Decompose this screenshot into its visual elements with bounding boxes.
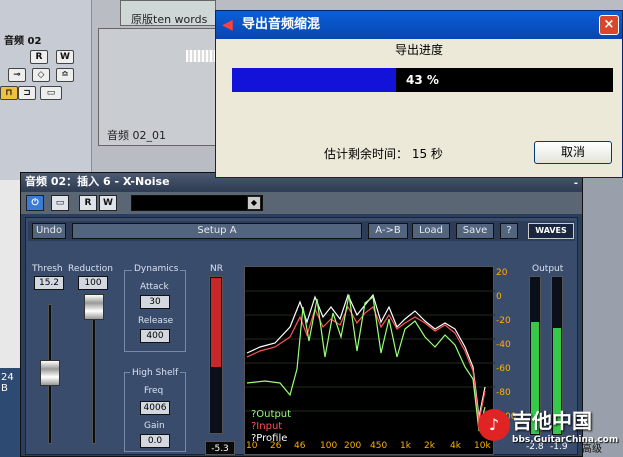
save-button[interactable]: Save (456, 223, 494, 239)
high-shelf-label: High Shelf (130, 368, 181, 378)
record-arm-button[interactable]: R (30, 50, 48, 64)
preset-field[interactable] (131, 195, 263, 211)
x-tick: 100 (320, 441, 338, 451)
insert-button[interactable]: ◇ (32, 68, 50, 82)
audio-event-top[interactable]: 原版ten words伴 (120, 0, 216, 42)
release-value[interactable]: 400 (140, 329, 170, 343)
attack-value[interactable]: 30 (140, 295, 170, 309)
folder-button[interactable]: ⊐ (18, 86, 36, 100)
waveform (186, 50, 216, 62)
track-list-panel: 音频 02 R W ⊸ ◇ ≏ ⊓ ⊐ ▭ (0, 0, 92, 180)
gain-value[interactable]: 0.0 (140, 434, 170, 448)
gain-label: Gain (144, 421, 165, 431)
nr-label: NR (210, 264, 223, 274)
y-tick: -60 (496, 364, 511, 374)
y-tick: 0 (496, 292, 502, 302)
x-tick: 10 (246, 441, 258, 451)
guitarchina-logo-icon: ♪ (478, 409, 510, 441)
bottom-left-panel: 24 B (0, 368, 22, 457)
dynamics-label: Dynamics (132, 264, 181, 274)
a-to-b-button[interactable]: A->B (368, 223, 408, 239)
setup-button[interactable]: Setup A (72, 223, 362, 239)
remaining-label: 估计剩余时间： (324, 147, 409, 161)
cubase-app-icon: ◀ (222, 17, 233, 33)
watermark: ♪ 吉他中国 bbs.GuitarChina.com (478, 405, 623, 457)
event-label: 音频 02_01 (107, 129, 166, 142)
thresh-value[interactable]: 15.2 (34, 276, 64, 290)
remaining-time: 估计剩余时间： 15 秒 (324, 145, 443, 162)
lock-button[interactable]: ⊓ (0, 86, 18, 100)
spectrum-curves (245, 290, 495, 432)
y-tick: -20 (496, 316, 511, 326)
x-tick: 1k (400, 441, 411, 451)
nr-meter-fill (211, 278, 221, 368)
preset-arrow-icon[interactable]: ◆ (247, 196, 261, 210)
y-tick: -80 (496, 388, 511, 398)
thresh-label: Thresh (32, 264, 63, 274)
reduction-label: Reduction (68, 264, 113, 274)
export-dialog: ◀ 导出音频缩混 × 导出进度 43 % 估计剩余时间： 15 秒 取消 (215, 10, 623, 178)
plugin-title: 音频 02：插入 6 - X-Noise (25, 175, 170, 188)
bypass-power-icon[interactable]: ⏻ (26, 195, 44, 211)
reduction-fader-track[interactable] (92, 304, 96, 444)
waves-toolbar: Undo Setup A A->B Load Save ? WAVES (28, 221, 575, 241)
progress-bar: 43 % (232, 68, 613, 92)
audio-event[interactable]: 音频 02_01 (98, 28, 216, 146)
dialog-title: 导出音频缩混 (242, 17, 321, 32)
progress-heading: 导出进度 (394, 43, 443, 57)
spectrum-graph: ?Output ?Input ?Profile (244, 266, 495, 455)
x-tick: 46 (294, 441, 306, 451)
release-label: Release (138, 316, 174, 326)
help-button[interactable]: ? (500, 223, 518, 239)
reduction-fader-knob[interactable] (84, 294, 104, 320)
y-tick: -40 (496, 340, 511, 350)
remaining-value: 15 秒 (411, 147, 443, 161)
x-tick: 26 (270, 441, 282, 451)
cancel-button[interactable]: 取消 (534, 141, 612, 164)
thresh-fader-knob[interactable] (40, 360, 60, 386)
nr-value: -5.3 (205, 441, 235, 455)
waves-logo: WAVES (528, 223, 574, 239)
x-tick: 450 (370, 441, 388, 451)
undo-button[interactable]: Undo (32, 223, 66, 239)
write-automation-button[interactable]: W (99, 195, 117, 211)
preset-menu-icon[interactable]: ▭ (51, 195, 69, 211)
lanes-button[interactable]: ▭ (40, 86, 62, 100)
progress-percent: 43 % (406, 73, 439, 87)
track-name: 音频 02 (4, 36, 42, 47)
legend-input[interactable]: ?Input (251, 421, 282, 432)
watermark-title: 吉他中国 (512, 409, 592, 433)
load-button[interactable]: Load (412, 223, 450, 239)
reduction-value[interactable]: 100 (78, 276, 108, 290)
eq-button[interactable]: ≏ (56, 68, 74, 82)
x-tick: 200 (344, 441, 362, 451)
watermark-url: bbs.GuitarChina.com (512, 435, 619, 445)
dialog-title-bar[interactable]: ◀ 导出音频缩混 × (216, 11, 622, 39)
plugin-toolbar: ⏻ ▭ R W ◆ (21, 192, 582, 214)
attack-label: Attack (140, 282, 169, 292)
output-label: Output (532, 264, 564, 274)
freq-label: Freq (144, 386, 164, 396)
profile-curve (246, 293, 486, 418)
y-tick: 20 (496, 268, 508, 278)
input-curve (246, 305, 486, 422)
bit-depth-label: 24 B (1, 372, 14, 394)
read-automation-button[interactable]: R (79, 195, 97, 211)
x-tick: 4k (450, 441, 461, 451)
freq-value[interactable]: 4006 (140, 401, 170, 415)
monitor-button[interactable]: ⊸ (8, 68, 26, 82)
x-tick: 2k (424, 441, 435, 451)
legend-output[interactable]: ?Output (251, 409, 291, 420)
write-button[interactable]: W (56, 50, 74, 64)
close-button[interactable]: × (599, 15, 619, 35)
